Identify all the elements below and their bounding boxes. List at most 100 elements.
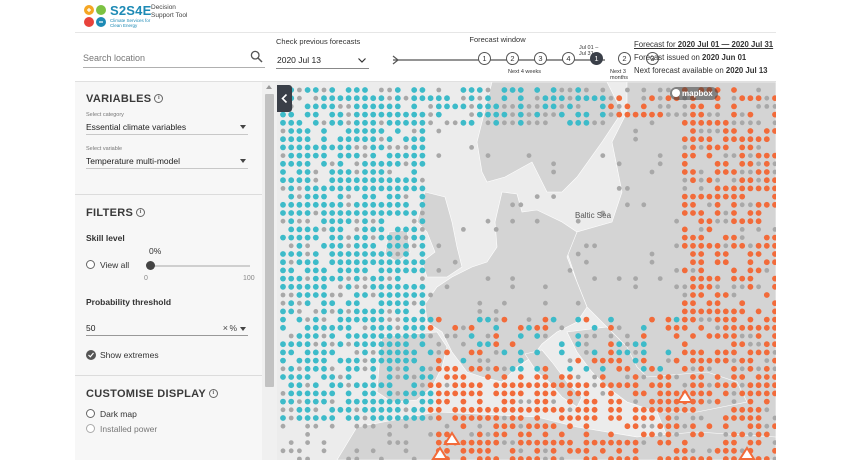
forecast-dot[interactable]: [755, 136, 762, 143]
forecast-dot[interactable]: [362, 333, 368, 339]
forecast-dot[interactable]: [501, 423, 508, 430]
forecast-dot[interactable]: [690, 119, 696, 126]
forecast-dot[interactable]: [673, 316, 680, 323]
forecast-dot[interactable]: [312, 144, 319, 151]
forecast-dot[interactable]: [722, 439, 729, 446]
forecast-dot[interactable]: [329, 161, 335, 167]
forecast-dot[interactable]: [296, 316, 303, 323]
forecast-dot[interactable]: [419, 234, 426, 241]
forecast-dot[interactable]: [460, 103, 467, 110]
forecast-dot[interactable]: [280, 407, 286, 413]
forecast-dot[interactable]: [386, 136, 393, 143]
forecast-dot[interactable]: [485, 447, 491, 454]
forecast-dot[interactable]: [387, 432, 392, 437]
forecast-dot[interactable]: [403, 341, 409, 348]
forecast-dot[interactable]: [502, 120, 507, 126]
forecast-dot[interactable]: [748, 202, 753, 208]
forecast-dot[interactable]: [517, 103, 524, 110]
forecast-dot[interactable]: [296, 259, 303, 266]
forecast-dot[interactable]: [476, 415, 483, 421]
forecast-dot[interactable]: [435, 390, 442, 397]
forecast-dot[interactable]: [510, 218, 515, 224]
forecast-dot[interactable]: [378, 185, 385, 192]
forecast-dot[interactable]: [296, 201, 303, 208]
forecast-dot[interactable]: [731, 333, 737, 339]
forecast-dot[interactable]: [476, 447, 483, 454]
forecast-dot[interactable]: [468, 87, 475, 93]
forecast-dot[interactable]: [378, 283, 385, 290]
forecast-dot[interactable]: [517, 439, 524, 446]
forecast-dot[interactable]: [518, 202, 524, 208]
forecast-dot[interactable]: [312, 333, 319, 339]
forecast-dot[interactable]: [337, 242, 344, 249]
forecast-dot[interactable]: [321, 341, 327, 348]
forecast-dot[interactable]: [345, 283, 352, 290]
forecast-dot[interactable]: [640, 390, 647, 397]
forecast-dot[interactable]: [296, 234, 303, 241]
forecast-dot[interactable]: [370, 341, 377, 348]
sidebar-scrollbar[interactable]: [262, 82, 277, 460]
forecast-dot[interactable]: [476, 87, 483, 93]
forecast-dot[interactable]: [649, 169, 655, 175]
forecast-dot[interactable]: [387, 276, 392, 281]
forecast-dot[interactable]: [419, 218, 426, 225]
forecast-dot[interactable]: [526, 406, 532, 413]
forecast-dot[interactable]: [353, 398, 360, 405]
forecast-dot[interactable]: [714, 210, 721, 216]
forecast-dot[interactable]: [353, 251, 360, 257]
forecast-dot[interactable]: [493, 390, 500, 397]
forecast-dot[interactable]: [394, 185, 401, 192]
forecast-dot[interactable]: [353, 136, 360, 143]
forecast-dot[interactable]: [534, 95, 540, 101]
forecast-dot[interactable]: [698, 308, 705, 315]
forecast-dot[interactable]: [353, 333, 360, 339]
forecast-dot[interactable]: [395, 251, 401, 257]
forecast-dot[interactable]: [321, 324, 327, 331]
forecast-dot[interactable]: [681, 210, 688, 216]
forecast-dot[interactable]: [452, 406, 459, 413]
forecast-dot[interactable]: [583, 119, 590, 126]
forecast-dot[interactable]: [378, 160, 385, 167]
forecast-dot[interactable]: [411, 374, 417, 380]
forecast-dot[interactable]: [468, 365, 475, 372]
forecast-dot[interactable]: [723, 432, 729, 437]
forecast-dot[interactable]: [321, 275, 327, 282]
forecast-dot[interactable]: [764, 423, 770, 429]
search-input[interactable]: [83, 50, 243, 66]
forecast-dot[interactable]: [468, 349, 475, 356]
forecast-dot[interactable]: [666, 104, 671, 109]
forecast-dot[interactable]: [419, 283, 426, 290]
forecast-dot[interactable]: [362, 111, 368, 118]
forecast-dot[interactable]: [354, 161, 360, 167]
forecast-dot[interactable]: [657, 439, 664, 446]
forecast-dot[interactable]: [739, 374, 746, 380]
forecast-dot[interactable]: [296, 283, 303, 290]
forecast-dot[interactable]: [632, 341, 639, 348]
forecast-dot[interactable]: [567, 382, 573, 389]
forecast-dot[interactable]: [411, 177, 418, 184]
forecast-dot[interactable]: [321, 160, 327, 167]
forecast-dot[interactable]: [706, 333, 713, 339]
forecast-dot[interactable]: [641, 440, 647, 445]
forecast-dot[interactable]: [731, 447, 737, 454]
forecast-dot[interactable]: [353, 415, 360, 421]
forecast-dot[interactable]: [329, 309, 335, 314]
forecast-dot[interactable]: [288, 415, 294, 421]
forecast-dot[interactable]: [395, 391, 401, 396]
forecast-dot[interactable]: [698, 169, 704, 175]
forecast-dot[interactable]: [534, 382, 541, 389]
forecast-dot[interactable]: [731, 95, 737, 101]
forecast-dot[interactable]: [321, 152, 327, 159]
forecast-dot[interactable]: [567, 423, 573, 430]
forecast-dot[interactable]: [673, 406, 680, 413]
forecast-dot[interactable]: [419, 242, 426, 249]
forecast-dot[interactable]: [509, 382, 516, 389]
forecast-dot[interactable]: [722, 136, 729, 143]
forecast-dot[interactable]: [509, 447, 516, 454]
forecast-dot[interactable]: [599, 95, 606, 102]
forecast-dot[interactable]: [493, 333, 500, 339]
forecast-dot[interactable]: [435, 431, 442, 438]
forecast-dot[interactable]: [714, 160, 721, 167]
forecast-dot[interactable]: [722, 128, 729, 134]
forecast-dot[interactable]: [755, 431, 762, 438]
